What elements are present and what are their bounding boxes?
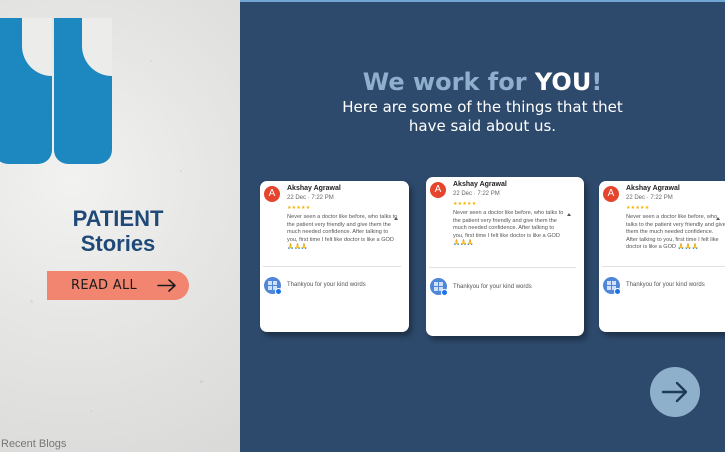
star-rating: ★★★★★	[453, 201, 477, 207]
owner-reply: Thankyou for your kind words	[287, 282, 366, 288]
headline-prefix: We work for	[362, 68, 535, 96]
review-card[interactable]: A Akshay Agrawal 22 Dec · 7:22 PM ★★★★★ …	[426, 177, 584, 336]
business-verified-icon	[603, 277, 621, 295]
reviewer-name: Akshay Agrawal	[287, 185, 341, 192]
top-accent-line	[240, 0, 725, 2]
reviewer-name: Akshay Agrawal	[453, 181, 507, 188]
collapse-caret-icon[interactable]	[716, 217, 720, 220]
section-title-line2: Stories	[80, 231, 156, 256]
section-title-line1: PATIENT	[72, 206, 164, 231]
star-rating: ★★★★★	[287, 205, 311, 211]
business-verified-icon	[430, 278, 448, 296]
subheading: Here are some of the things that thet ha…	[342, 98, 623, 135]
collapse-caret-icon[interactable]	[567, 213, 571, 216]
read-all-button[interactable]: READ ALL	[47, 271, 189, 300]
arrow-right-circle-icon	[661, 381, 688, 403]
headline-suffix: !	[591, 68, 603, 96]
headline: We work for YOU!	[240, 68, 725, 96]
business-verified-icon	[264, 277, 282, 295]
next-slide-button[interactable]	[650, 367, 700, 417]
review-text: Never seen a doctor like before, who tal…	[626, 214, 725, 250]
review-text: Never seen a doctor like before, who tal…	[453, 210, 564, 246]
quote-mark-icon	[0, 18, 52, 164]
divider	[602, 266, 725, 267]
recent-blogs-link[interactable]: Recent Blogs	[1, 438, 66, 450]
divider	[429, 267, 576, 268]
read-all-label: READ ALL	[71, 278, 138, 293]
divider	[263, 266, 401, 267]
left-panel: PATIENT Stories READ ALL Recent Blogs	[0, 0, 240, 452]
review-card[interactable]: A Akshay Agrawal 22 Dec · 7:22 PM ★★★★★ …	[599, 181, 725, 332]
avatar: A	[603, 186, 619, 202]
avatar: A	[264, 186, 280, 202]
headline-emphasis: YOU	[534, 68, 592, 96]
avatar: A	[430, 182, 446, 198]
review-date: 22 Dec · 7:22 PM	[453, 191, 500, 197]
review-card[interactable]: A Akshay Agrawal 22 Dec · 7:22 PM ★★★★★ …	[260, 181, 409, 332]
owner-reply: Thankyou for your kind words	[626, 282, 705, 288]
review-date: 22 Dec · 7:22 PM	[287, 195, 334, 201]
star-rating: ★★★★★	[626, 205, 650, 211]
review-date: 22 Dec · 7:22 PM	[626, 195, 673, 201]
review-text: Never seen a doctor like before, who tal…	[287, 214, 398, 250]
arrow-right-icon	[157, 279, 176, 292]
owner-reply: Thankyou for your kind words	[453, 284, 532, 290]
collapse-caret-icon[interactable]	[394, 217, 398, 220]
reviewer-name: Akshay Agrawal	[626, 185, 680, 192]
quote-mark-icon	[54, 18, 112, 164]
